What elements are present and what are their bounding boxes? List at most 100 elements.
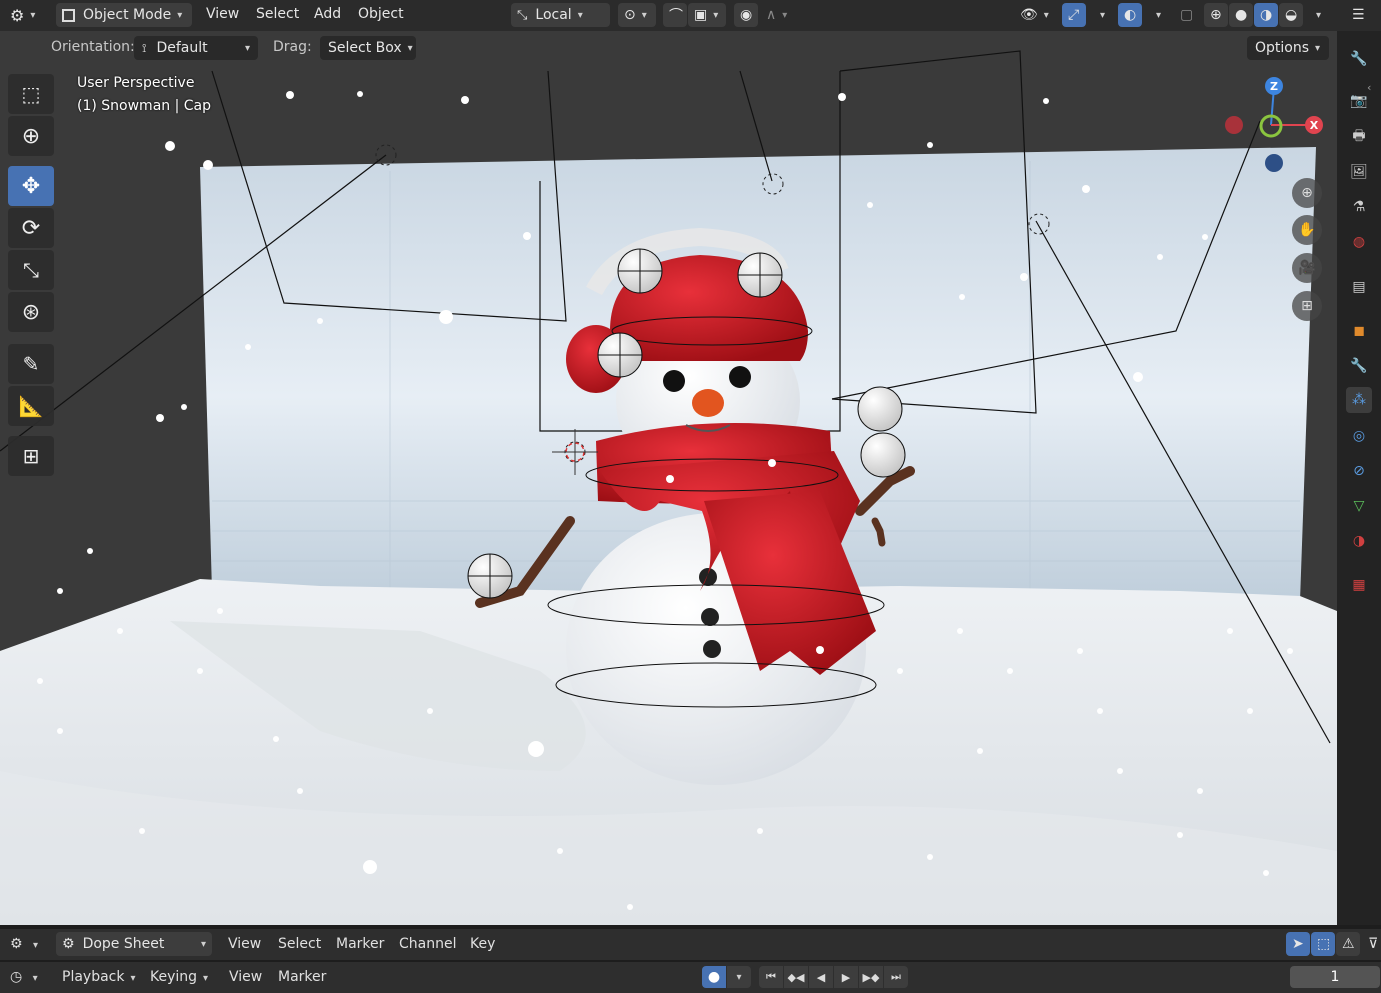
overlays-toggle[interactable]: ◐ bbox=[1118, 3, 1142, 27]
proportional-edit-toggle[interactable]: ◉ bbox=[734, 3, 758, 27]
drag-value: Select Box bbox=[328, 40, 402, 56]
shading-dropdown[interactable]: ▾ bbox=[1304, 3, 1324, 27]
properties-editor-type[interactable]: ☰ bbox=[1346, 3, 1380, 27]
shading-rendered[interactable]: ◒ bbox=[1279, 3, 1303, 27]
drag-dropdown[interactable]: Select Box ▾ bbox=[320, 36, 416, 60]
material-icon: ◑ bbox=[1352, 533, 1366, 549]
show-hidden-toggle[interactable]: ⬚ bbox=[1311, 932, 1335, 956]
tab-texture[interactable]: ▦ bbox=[1346, 572, 1372, 598]
play-reverse-button[interactable]: ◀ bbox=[809, 966, 833, 988]
auto-keying-toggle[interactable]: ● bbox=[702, 966, 726, 988]
tab-object[interactable]: ◼ bbox=[1346, 318, 1372, 344]
current-frame-field[interactable]: 1 bbox=[1290, 966, 1380, 988]
menu-keying[interactable]: Keying ▾ bbox=[150, 969, 208, 985]
dope-menu-view[interactable]: View bbox=[228, 936, 261, 952]
object-icon: ◼ bbox=[1353, 323, 1365, 339]
tool-transform[interactable]: ⊛ bbox=[8, 292, 54, 332]
tab-data[interactable]: ▽ bbox=[1346, 493, 1372, 519]
add-cube-icon: ⊞ bbox=[22, 444, 40, 468]
tab-scene[interactable]: ⚗ bbox=[1346, 194, 1372, 220]
tab-modifiers[interactable]: 🔧 bbox=[1346, 353, 1372, 379]
tab-constraints[interactable]: ⊘ bbox=[1346, 458, 1372, 484]
shading-material[interactable]: ◑ bbox=[1254, 3, 1278, 27]
next-keyframe-button[interactable]: ▶◆ bbox=[859, 966, 883, 988]
perspective-toggle-button[interactable]: ⊞ bbox=[1292, 291, 1322, 321]
tool-move[interactable]: ✥ bbox=[8, 166, 54, 206]
object-mode-icon bbox=[62, 8, 75, 22]
tab-collection[interactable]: ▤ bbox=[1346, 274, 1372, 300]
tool-add-cube[interactable]: ⊞ bbox=[8, 436, 54, 476]
menu-add[interactable]: Add bbox=[314, 6, 341, 22]
filter-button[interactable]: ⊽ bbox=[1362, 932, 1381, 956]
options-label: Options bbox=[1255, 40, 1310, 56]
material-sphere-icon: ◑ bbox=[1260, 7, 1273, 23]
timeline-menu-view[interactable]: View bbox=[229, 969, 262, 985]
orientation-value: Default bbox=[156, 40, 208, 56]
pivot-point-button[interactable]: ⊙ ▾ bbox=[618, 3, 656, 27]
3d-viewport[interactable]: Orientation: ⟟ Default ▾ Drag: Select Bo… bbox=[0, 31, 1337, 925]
render-icon: 📷 bbox=[1350, 93, 1368, 109]
only-selected-toggle[interactable]: ➤ bbox=[1286, 932, 1310, 956]
navigation-gizmo[interactable]: Z X bbox=[1218, 73, 1330, 185]
snap-target-button[interactable]: ▣ ▾ bbox=[688, 3, 726, 27]
visibility-button[interactable]: 👁 ▾ bbox=[1014, 3, 1056, 27]
gizmo-toggle[interactable]: ⤢ bbox=[1062, 3, 1086, 27]
tab-physics[interactable]: ◎ bbox=[1346, 423, 1372, 449]
dope-editor-type[interactable]: ⚙ ▾ bbox=[10, 936, 38, 952]
shading-wireframe[interactable]: ⊕ bbox=[1204, 3, 1228, 27]
dope-mode-selector[interactable]: ⚙ Dope Sheet ▾ bbox=[56, 932, 212, 956]
dope-menu-marker[interactable]: Marker bbox=[336, 936, 384, 952]
timeline-menu-marker[interactable]: Marker bbox=[278, 969, 326, 985]
tab-world[interactable]: ◍ bbox=[1346, 229, 1372, 255]
menu-playback[interactable]: Playback ▾ bbox=[62, 969, 136, 985]
tool-scale[interactable]: ⤡ bbox=[8, 250, 54, 290]
jump-start-button[interactable]: ⏮ bbox=[759, 966, 783, 988]
camera-view-button[interactable]: 🎥 bbox=[1292, 253, 1322, 283]
transform-orientation-label: Local bbox=[535, 7, 572, 23]
gizmo-dropdown[interactable]: ▾ bbox=[1088, 3, 1108, 27]
keying-dropdown[interactable]: ▾ bbox=[727, 966, 751, 988]
tool-cursor[interactable]: ⊕ bbox=[8, 116, 54, 156]
falloff-button[interactable]: ∧ ▾ bbox=[760, 3, 798, 27]
dope-menu-channel[interactable]: Channel bbox=[399, 936, 456, 952]
chevron-down-icon: ▾ bbox=[130, 973, 136, 984]
zoom-button[interactable]: ⊕ bbox=[1292, 178, 1322, 208]
dope-menu-select[interactable]: Select bbox=[278, 936, 321, 952]
menu-view[interactable]: View bbox=[206, 6, 239, 22]
tab-particles[interactable]: ⁂ bbox=[1346, 387, 1372, 413]
jump-end-button[interactable]: ⏭ bbox=[884, 966, 908, 988]
pan-button[interactable]: ✋ bbox=[1292, 215, 1322, 245]
pivot-icon: ⊙ bbox=[624, 7, 636, 23]
tab-render[interactable]: 📷 bbox=[1346, 88, 1372, 114]
tab-tool[interactable]: 🔧 bbox=[1346, 46, 1372, 72]
shading-solid[interactable]: ● bbox=[1229, 3, 1253, 27]
dashed-box-icon: ⬚ bbox=[1317, 936, 1331, 952]
timeline-editor-type[interactable]: ◷ ▾ bbox=[10, 969, 38, 985]
wrench-icon: 🔧 bbox=[1350, 358, 1368, 374]
editor-type-selector[interactable]: ⚙ ▾ bbox=[4, 3, 48, 27]
overlays-dropdown[interactable]: ▾ bbox=[1144, 3, 1164, 27]
show-errors-toggle[interactable]: ⚠ bbox=[1336, 932, 1360, 956]
tab-material[interactable]: ◑ bbox=[1346, 528, 1372, 554]
tab-output[interactable]: 🖶 bbox=[1346, 124, 1372, 150]
tool-rotate[interactable]: ⟳ bbox=[8, 208, 54, 248]
tab-view-layer[interactable]: 🖼 bbox=[1346, 159, 1372, 185]
dope-menu-key[interactable]: Key bbox=[470, 936, 495, 952]
play-button[interactable]: ▶ bbox=[834, 966, 858, 988]
object-info: (1) Snowman | Cap bbox=[77, 98, 212, 114]
tool-annotate[interactable]: ✎ bbox=[8, 344, 54, 384]
transform-orientation-selector[interactable]: ⤡ Local ▾ bbox=[511, 3, 610, 27]
menu-select[interactable]: Select bbox=[256, 6, 299, 22]
tool-select-box[interactable]: ⬚ bbox=[8, 74, 54, 114]
orientation-dropdown[interactable]: ⟟ Default ▾ bbox=[134, 36, 258, 60]
prev-keyframe-button[interactable]: ◆◀ bbox=[784, 966, 808, 988]
snap-toggle[interactable]: ⌒ bbox=[663, 3, 687, 27]
chevron-down-icon: ▾ bbox=[32, 973, 38, 984]
xray-toggle[interactable]: ▢ bbox=[1174, 3, 1198, 27]
tool-measure[interactable]: 📐 bbox=[8, 386, 54, 426]
mode-selector[interactable]: Object Mode ▾ bbox=[56, 3, 192, 27]
arrow-cursor-icon: ➤ bbox=[1292, 936, 1304, 952]
menu-object[interactable]: Object bbox=[358, 6, 404, 22]
options-button[interactable]: Options ▾ bbox=[1247, 36, 1329, 60]
chevron-down-icon: ▾ bbox=[1316, 9, 1322, 21]
